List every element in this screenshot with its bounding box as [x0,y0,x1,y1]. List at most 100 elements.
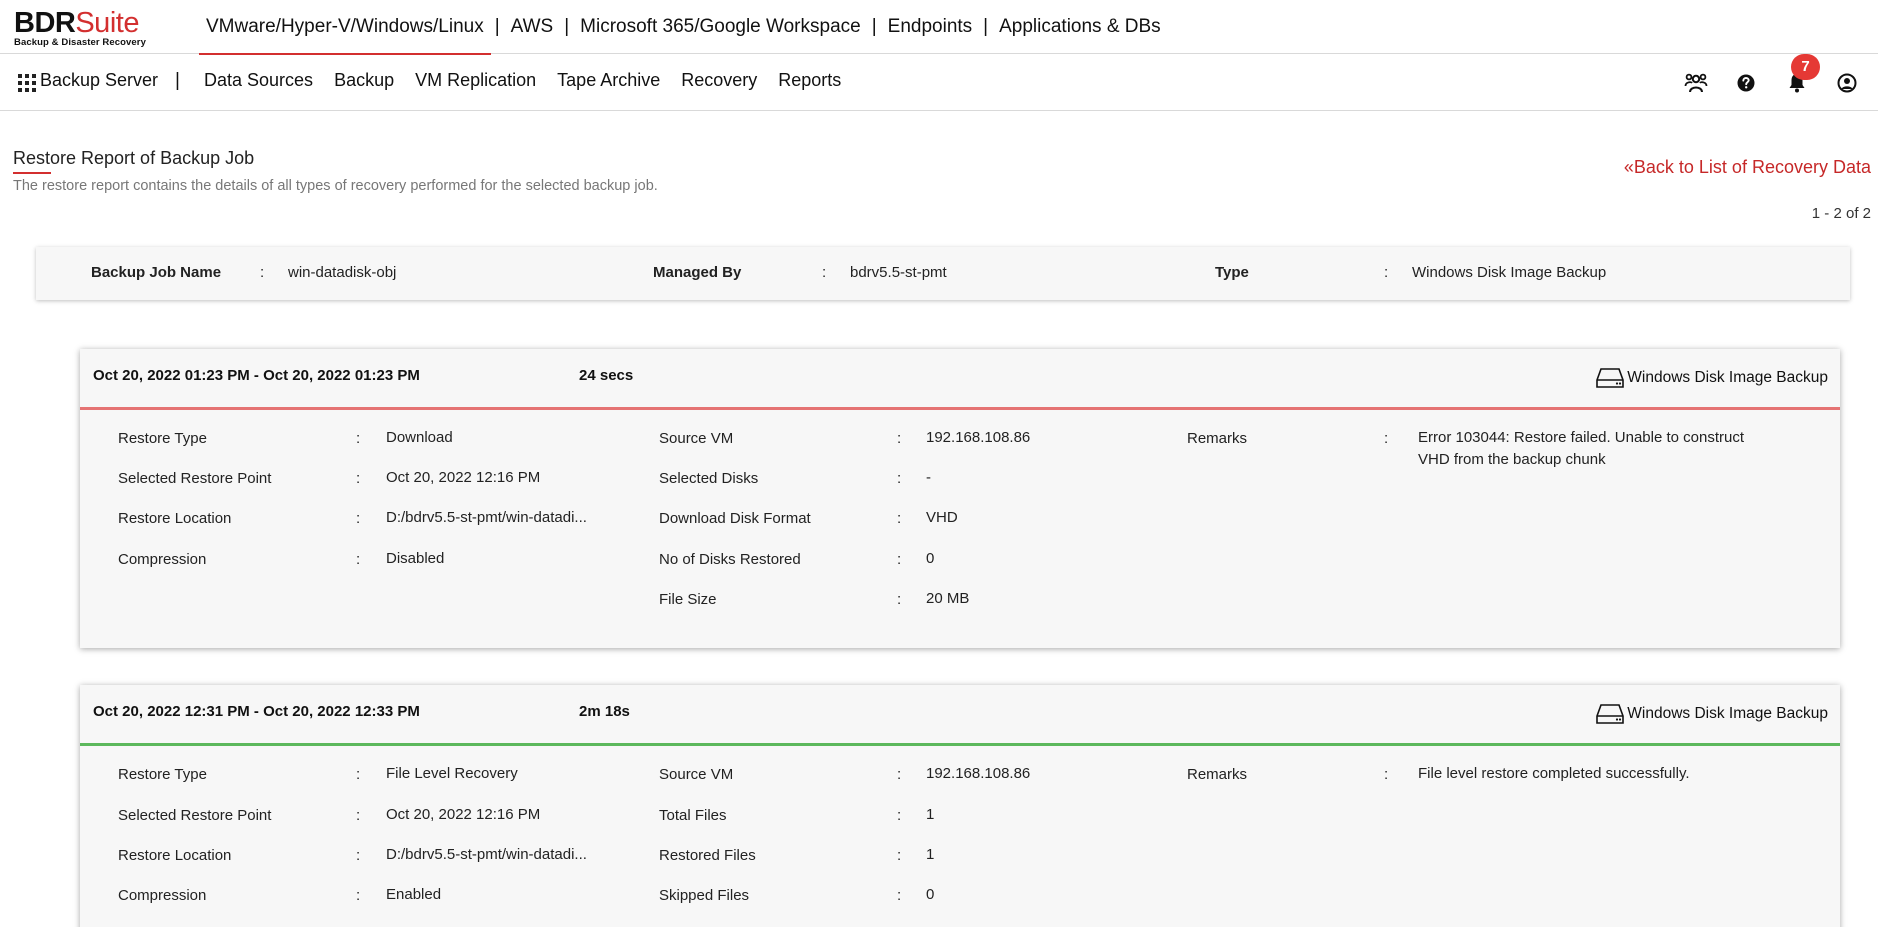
colon: : [897,510,902,527]
help-icon[interactable] [1734,71,1758,95]
field-label: Source VM [659,430,734,447]
field-value: D:/bdrv5.5-st-pmt/win-datadi... [386,509,587,526]
field-value: 0 [926,886,935,903]
platform-tab-applications[interactable]: Applications & DBs [992,0,1168,54]
restore-type-label: Windows Disk Image Backup [1627,705,1828,722]
field-label: Restore Type [118,430,207,447]
remarks-line: File level restore completed successfull… [1418,765,1690,782]
bdrsuite-logo[interactable]: BDRSuite Backup & Disaster Recovery [14,8,146,48]
field-label: Restore Location [118,510,232,527]
remarks-label: Remarks [1187,766,1248,783]
restore-duration: 2m 18s [579,703,630,720]
nav-tape-archive[interactable]: Tape Archive [557,70,660,91]
colon: : [1384,766,1389,783]
restore-card: Oct 20, 2022 12:31 PM - Oct 20, 2022 12:… [80,685,1840,927]
field-label: Total Files [659,807,727,824]
nav-backup[interactable]: Backup [334,70,394,91]
job-name-label: Backup Job Name [91,264,222,281]
field-value: Enabled [386,886,442,903]
platform-nav: VMware/Hyper-V/Windows/Linux | AWS | Mic… [199,0,1168,55]
title-underline [13,172,51,174]
main-navbar: Backup Server | Data Sources Backup VM R… [0,55,1878,111]
remarks-line: Error 103044: Restore failed. Unable to … [1418,429,1745,446]
field-value: D:/bdrv5.5-st-pmt/win-datadi... [386,846,587,863]
page-title: Restore Report of Backup Job [13,148,255,168]
restore-card: Oct 20, 2022 01:23 PM - Oct 20, 2022 01:… [80,349,1840,648]
hard-disk-icon [1596,368,1625,388]
restore-period: Oct 20, 2022 01:23 PM - Oct 20, 2022 01:… [93,367,420,384]
field-label: Compression [118,551,207,568]
colon: : [356,887,361,904]
restore-duration: 24 secs [579,367,634,384]
nav-recovery[interactable]: Recovery [681,70,757,91]
nav-data-sources[interactable]: Data Sources [204,70,313,91]
field-value: Oct 20, 2022 12:16 PM [386,806,541,823]
field-label: File Size [659,591,717,608]
platform-separator: | [564,16,570,37]
field-value: Oct 20, 2022 12:16 PM [386,469,541,486]
field-value: 1 [926,846,935,863]
restore-period: Oct 20, 2022 12:31 PM - Oct 20, 2022 12:… [93,703,420,720]
platform-separator: | [871,16,877,37]
colon: : [260,264,265,281]
colon: : [1384,264,1389,281]
notification-count-badge[interactable]: 7 [1791,54,1820,80]
colon: : [897,766,902,783]
colon: : [897,887,902,904]
field-label: No of Disks Restored [659,551,801,568]
field-label: Restored Files [659,847,756,864]
back-to-recovery-link[interactable]: «Back to List of Recovery Data [1624,157,1871,178]
nav-reports[interactable]: Reports [778,70,841,91]
logo-brand-a: BDR [14,7,76,39]
main-nav: Data Sources Backup VM Replication Tape … [204,70,862,91]
colon: : [897,551,902,568]
colon: : [897,847,902,864]
colon: : [356,510,361,527]
managed-by-value: bdrv5.5-st-pmt [850,264,947,281]
status-bar-failed [80,407,1840,410]
colon: : [822,264,827,281]
remarks-label: Remarks [1187,430,1248,447]
backup-server-menu[interactable]: Backup Server [40,70,158,91]
field-label: Compression [118,887,207,904]
logo-tagline: Backup & Disaster Recovery [14,37,146,48]
colon: : [897,807,902,824]
type-value: Windows Disk Image Backup [1412,264,1607,281]
colon: : [356,847,361,864]
restore-backup-type: Windows Disk Image Backup [1596,366,1828,390]
job-name-value: win-datadisk-obj [288,264,397,281]
backup-job-summary: Backup Job Name : win-datadisk-obj Manag… [36,247,1850,300]
status-bar-success [80,743,1840,746]
field-value: 0 [926,550,935,567]
field-label: Source VM [659,766,734,783]
restore-type-label: Windows Disk Image Backup [1627,369,1828,386]
field-label: Skipped Files [659,887,750,904]
app-grid-icon[interactable] [18,74,36,92]
colon: : [356,766,361,783]
field-value: 192.168.108.86 [926,429,1031,446]
field-value: 1 [926,806,935,823]
restore-backup-type: Windows Disk Image Backup [1596,702,1828,726]
platform-tab-microsoft365[interactable]: Microsoft 365/Google Workspace [573,0,868,54]
field-value: Disabled [386,550,445,567]
field-label: Selected Disks [659,470,759,487]
colon: : [356,470,361,487]
field-label: Restore Type [118,766,207,783]
field-label: Selected Restore Point [118,470,272,487]
platform-bar: BDRSuite Backup & Disaster Recovery VMwa… [0,0,1878,55]
field-label: Selected Restore Point [118,807,272,824]
user-account-icon[interactable] [1835,71,1859,95]
platform-tab-aws[interactable]: AWS [504,0,561,54]
field-label: Restore Location [118,847,232,864]
platform-tab-vmware[interactable]: VMware/Hyper-V/Windows/Linux [199,0,491,55]
restore-card-header: Oct 20, 2022 12:31 PM - Oct 20, 2022 12:… [80,685,1840,743]
platform-tab-endpoints[interactable]: Endpoints [881,0,980,54]
colon: : [356,430,361,447]
hard-disk-icon [1596,704,1625,724]
restore-card-header: Oct 20, 2022 01:23 PM - Oct 20, 2022 01:… [80,349,1840,407]
nav-vm-replication[interactable]: VM Replication [415,70,536,91]
managed-by-label: Managed By [653,264,742,281]
users-icon[interactable] [1684,71,1708,95]
platform-separator: | [494,16,500,37]
page-subtitle: The restore report contains the details … [13,178,658,194]
